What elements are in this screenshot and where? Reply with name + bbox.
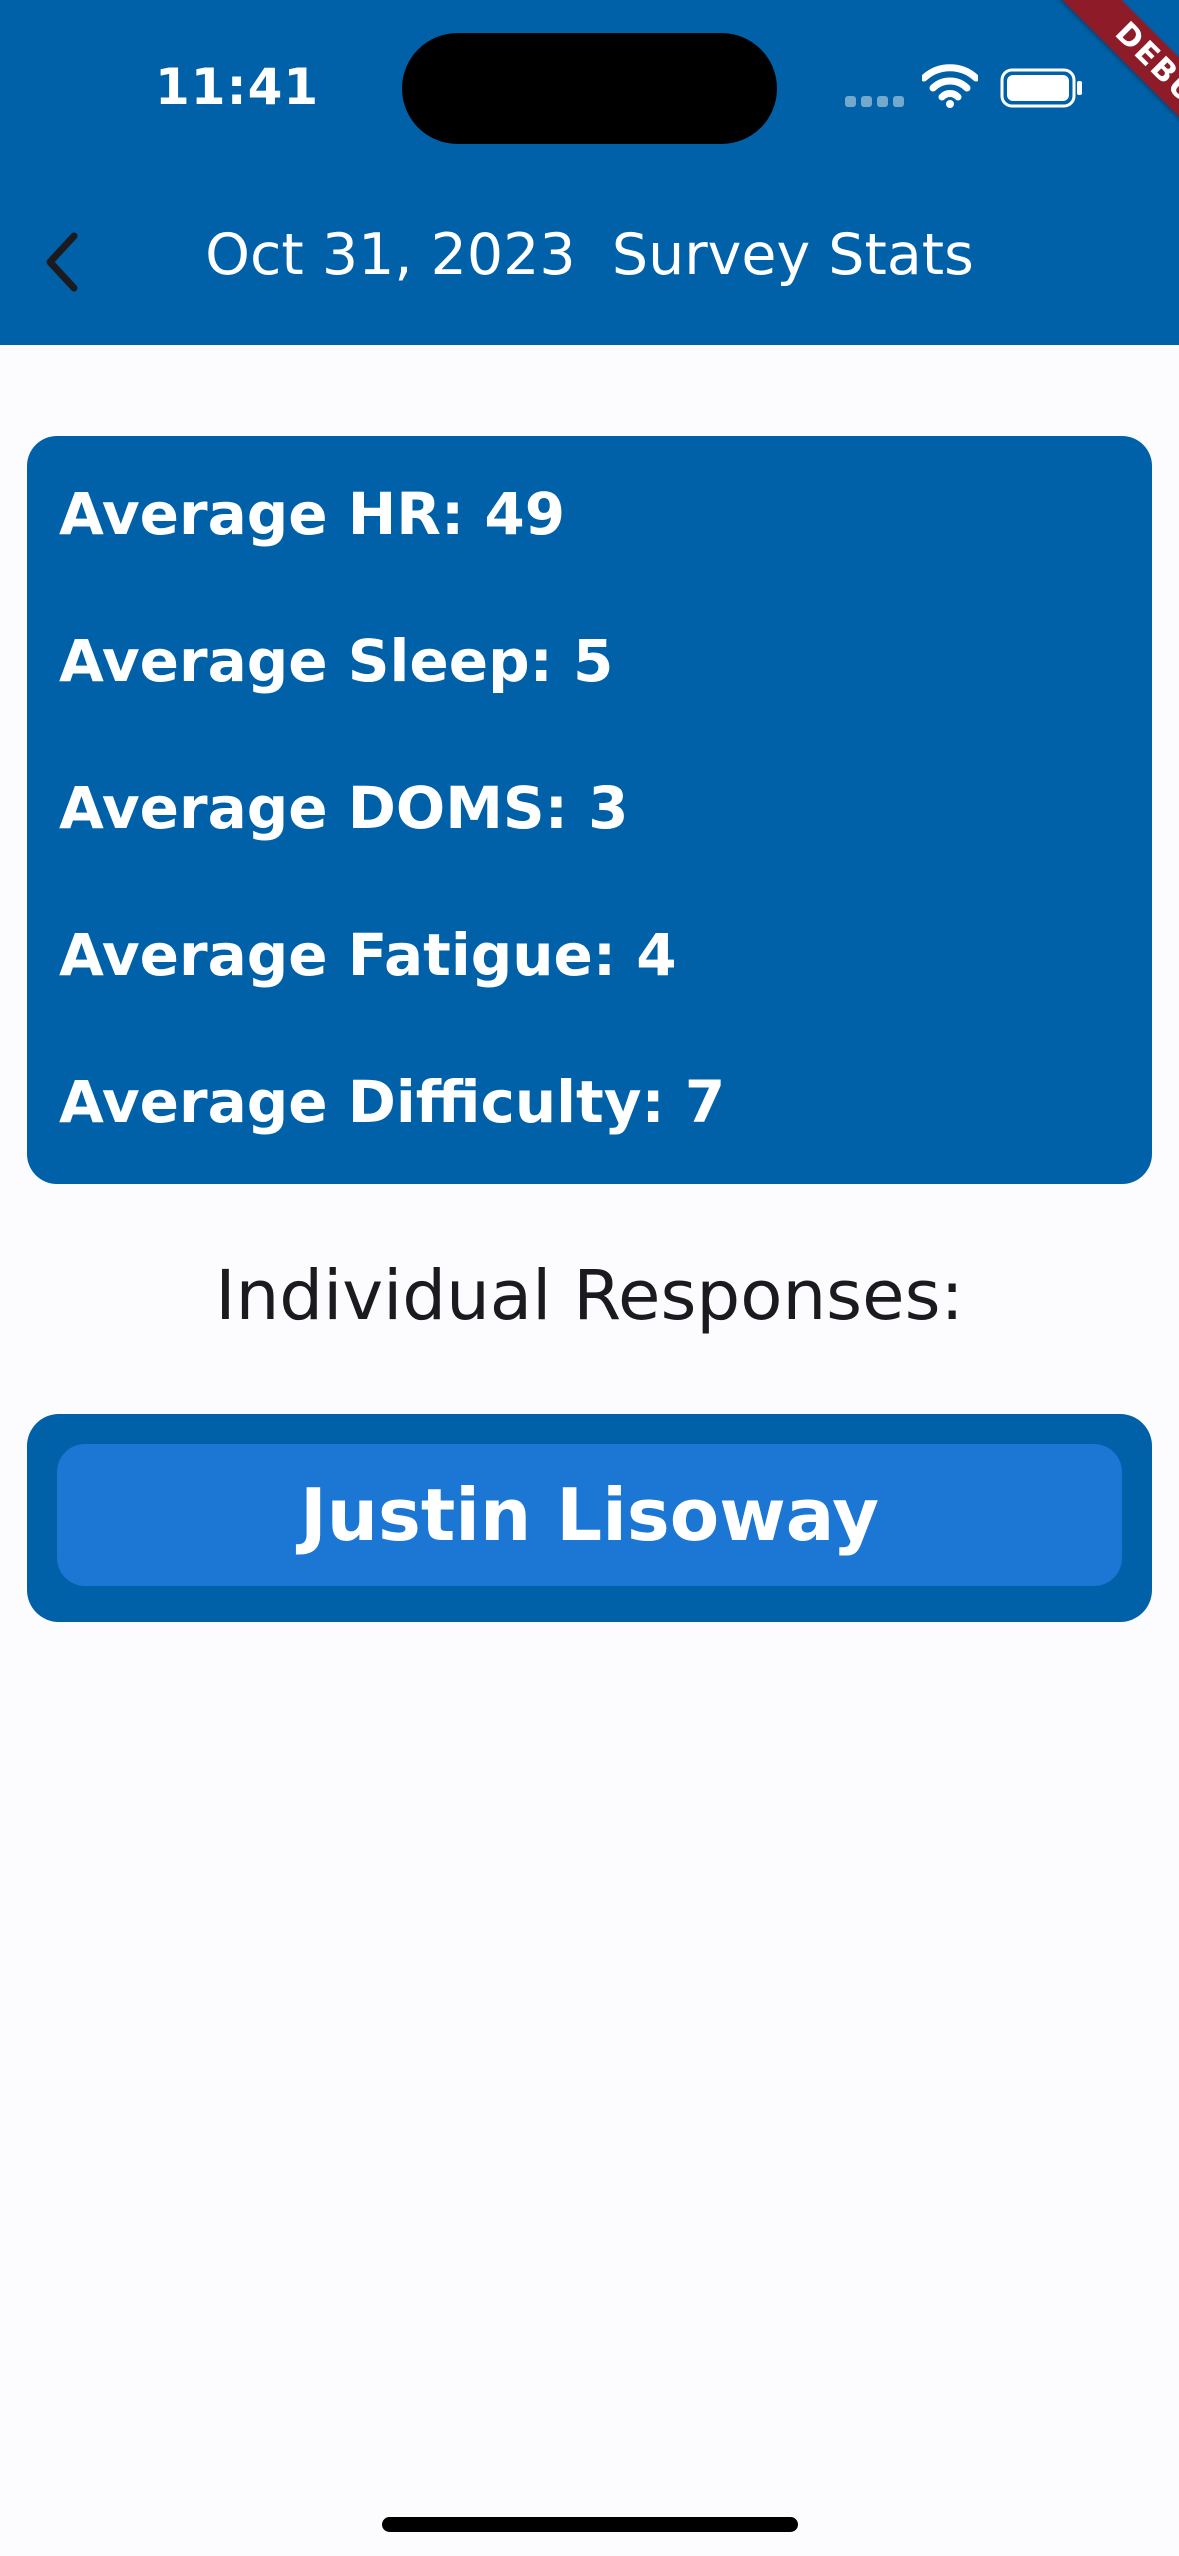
battery-icon (1000, 68, 1082, 108)
response-card: Justin Lisoway (27, 1414, 1152, 1622)
stat-average-hr: Average HR: 49 (59, 480, 566, 548)
dynamic-island (402, 33, 777, 144)
status-time: 11:41 (155, 58, 320, 116)
responses-heading: Individual Responses: (215, 1256, 964, 1336)
stat-average-fatigue: Average Fatigue: 4 (59, 921, 677, 989)
page-title: Oct 31, 2023 Survey Stats (205, 222, 974, 288)
cellular-signal-icon (845, 96, 905, 108)
response-button[interactable]: Justin Lisoway (57, 1444, 1122, 1586)
stat-average-sleep: Average Sleep: 5 (59, 627, 614, 695)
home-indicator[interactable] (382, 2517, 798, 2532)
app-bar: 11:41 DEBUG Oct 31, 2023 Survey Stats (0, 0, 1179, 345)
stat-average-difficulty: Average Difficulty: 7 (59, 1068, 726, 1136)
stat-average-doms: Average DOMS: 3 (59, 774, 629, 842)
stats-card: Average HR: 49 Average Sleep: 5 Average … (27, 436, 1152, 1184)
wifi-icon (922, 64, 978, 108)
